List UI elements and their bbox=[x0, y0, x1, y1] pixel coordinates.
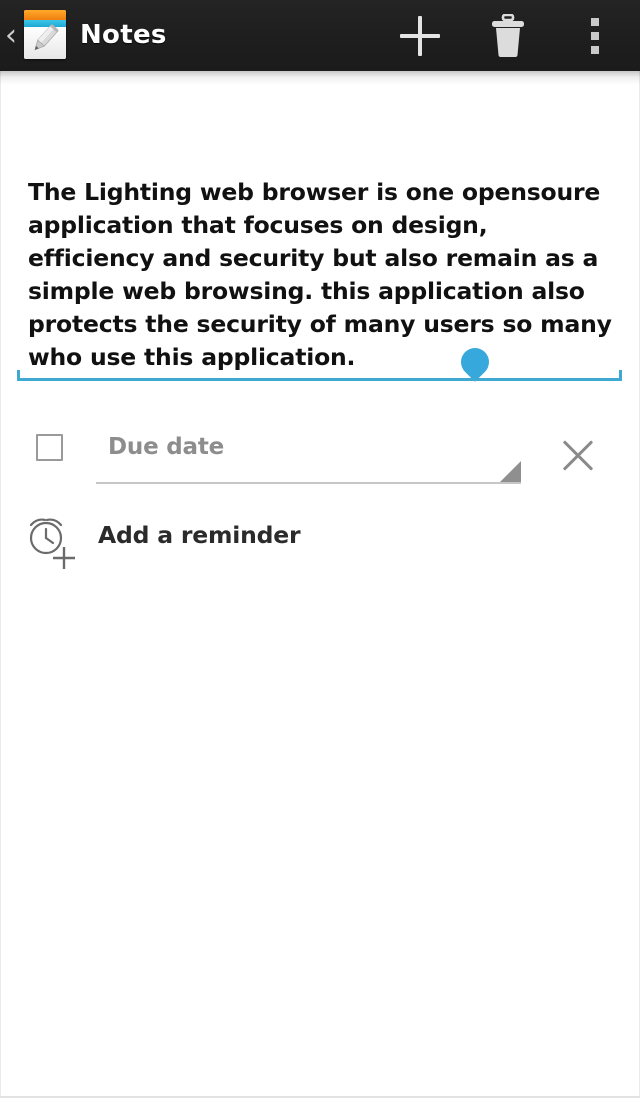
notepad-orange-strip bbox=[24, 10, 66, 20]
action-bar: ‹ Notes bbox=[0, 0, 640, 71]
add-reminder-row[interactable]: Add a reminder bbox=[0, 510, 640, 572]
due-date-label: Due date bbox=[108, 434, 225, 460]
delete-note-button[interactable] bbox=[475, 0, 541, 71]
underline-tick-right bbox=[619, 370, 622, 381]
due-date-row: Due date bbox=[0, 424, 640, 492]
plus-icon bbox=[400, 15, 440, 56]
more-vertical-icon bbox=[591, 17, 599, 54]
alarm-clock-add-icon bbox=[29, 518, 75, 569]
overflow-menu-button[interactable] bbox=[565, 0, 625, 71]
add-note-button[interactable] bbox=[385, 0, 455, 71]
close-x-icon[interactable] bbox=[558, 436, 598, 476]
pencil-icon bbox=[34, 24, 59, 51]
spinner-underline bbox=[96, 482, 521, 484]
page-edge-left bbox=[0, 71, 1, 1098]
underline-line bbox=[17, 378, 622, 381]
due-date-checkbox[interactable] bbox=[36, 434, 63, 461]
spinner-triangle-icon bbox=[500, 461, 521, 482]
back-button[interactable]: ‹ bbox=[2, 16, 20, 56]
note-body-text[interactable]: The Lighting web browser is one opensour… bbox=[28, 176, 612, 374]
add-reminder-label: Add a reminder bbox=[98, 521, 301, 549]
due-date-spinner[interactable]: Due date bbox=[96, 424, 521, 484]
note-edit-underline bbox=[17, 369, 622, 381]
notepad-pencil-icon[interactable] bbox=[21, 8, 69, 61]
trash-icon bbox=[492, 13, 524, 57]
action-bar-shadow bbox=[0, 71, 640, 85]
page-title: Notes bbox=[80, 20, 167, 50]
notes-editor-screen: ‹ Notes The Lighting web browser is one … bbox=[0, 0, 640, 1098]
